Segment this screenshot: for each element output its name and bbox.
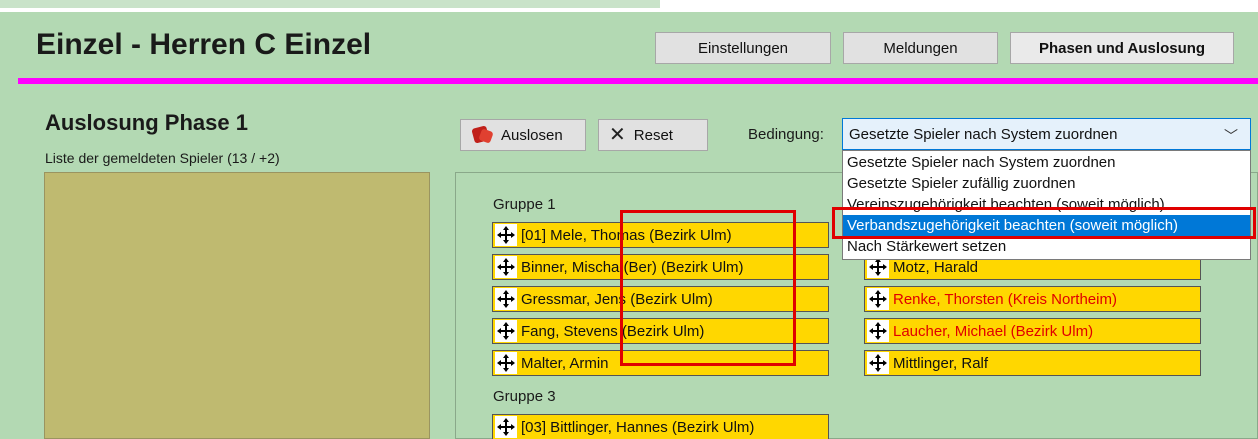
dropdown-option[interactable]: Gesetzte Spieler zufällig zuordnen <box>843 173 1250 194</box>
group-3-label: Gruppe 3 <box>493 388 556 405</box>
move-icon <box>867 352 889 374</box>
dice-icon <box>471 126 493 144</box>
player-name: [03] Bittlinger, Hannes (Bezirk Ulm) <box>521 418 755 436</box>
registrations-button[interactable]: Meldungen <box>843 32 998 64</box>
annotation-box-option <box>832 207 1256 239</box>
move-icon <box>495 256 517 278</box>
move-icon <box>495 288 517 310</box>
player-card[interactable]: Laucher, Michael (Bezirk Ulm) <box>864 318 1201 344</box>
player-name: Laucher, Michael (Bezirk Ulm) <box>893 322 1094 340</box>
dropdown-option[interactable]: Nach Stärkewert setzen <box>843 236 1250 257</box>
player-card[interactable]: Renke, Thorsten (Kreis Northeim) <box>864 286 1201 312</box>
registered-players-list[interactable] <box>44 172 430 439</box>
reset-button-label: Reset <box>633 126 673 144</box>
condition-dropdown-list[interactable]: Gesetzte Spieler nach System zuordnen Ge… <box>842 150 1251 260</box>
page-title: Einzel - Herren C Einzel <box>36 28 372 61</box>
condition-select[interactable]: Gesetzte Spieler nach System zuordnen ﹀ <box>842 118 1251 150</box>
condition-label: Bedingung: <box>748 126 824 143</box>
move-icon <box>867 320 889 342</box>
player-count-label: Liste der gemeldeten Spieler (13 / +2) <box>45 150 280 166</box>
reset-button[interactable]: ✕ Reset <box>598 119 708 151</box>
header-divider <box>18 78 1258 84</box>
player-card[interactable]: Mittlinger, Ralf <box>864 350 1201 376</box>
player-card[interactable]: [03] Bittlinger, Hannes (Bezirk Ulm) <box>492 414 829 439</box>
condition-select-value: Gesetzte Spieler nach System zuordnen <box>849 125 1118 143</box>
player-name: Mittlinger, Ralf <box>893 354 989 372</box>
chevron-down-icon: ﹀ <box>1224 128 1238 144</box>
move-icon <box>867 288 889 310</box>
phase-title: Auslosung Phase 1 <box>45 110 248 135</box>
player-name: Renke, Thorsten (Kreis Northeim) <box>893 290 1117 308</box>
top-strip-tab <box>0 0 660 8</box>
move-icon <box>495 352 517 374</box>
move-icon <box>495 224 517 246</box>
dropdown-option[interactable]: Gesetzte Spieler nach System zuordnen <box>843 152 1250 173</box>
move-icon <box>495 416 517 438</box>
phases-button[interactable]: Phasen und Auslosung <box>1010 32 1234 64</box>
move-icon <box>495 320 517 342</box>
player-name: Malter, Armin <box>521 354 609 372</box>
player-name: Motz, Harald <box>893 258 979 276</box>
annotation-box-names <box>620 210 796 366</box>
draw-button[interactable]: Auslosen <box>460 119 586 151</box>
close-icon: ✕ <box>609 124 626 146</box>
group-1-label: Gruppe 1 <box>493 196 556 213</box>
draw-button-label: Auslosen <box>501 126 563 144</box>
settings-button[interactable]: Einstellungen <box>655 32 831 64</box>
